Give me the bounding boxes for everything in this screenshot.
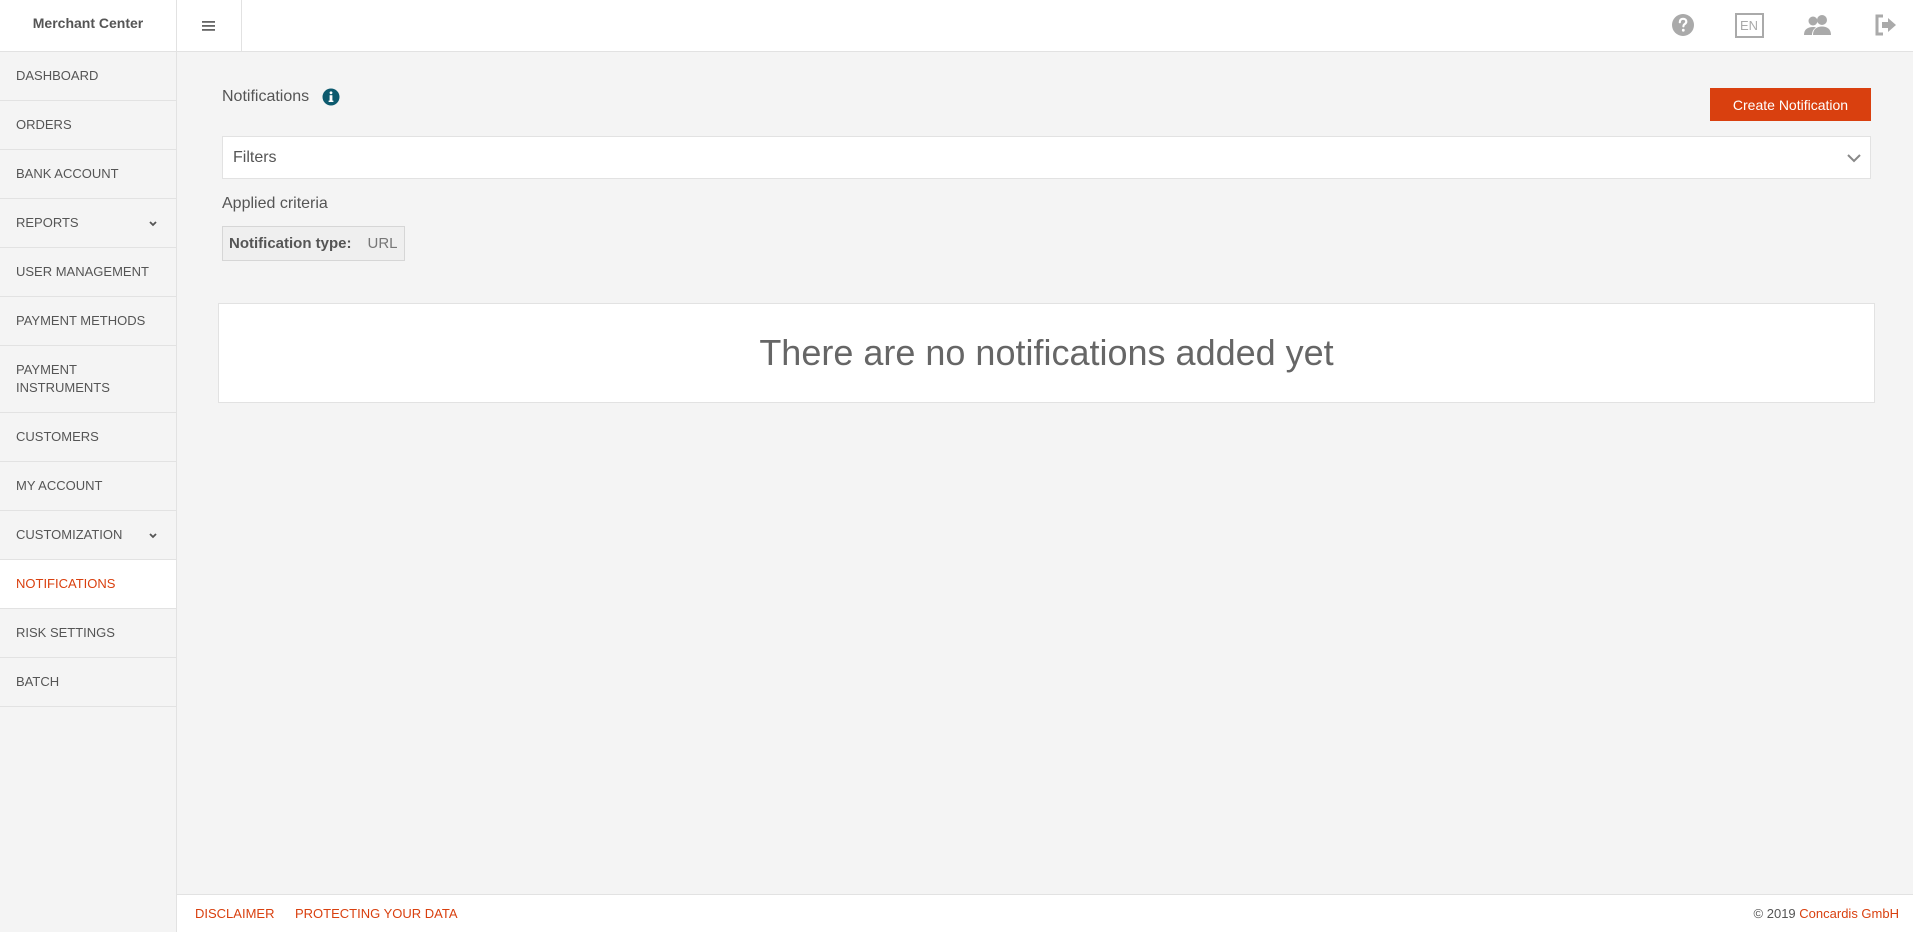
sidebar-item-customization[interactable]: CUSTOMIZATION xyxy=(0,511,176,560)
users-button[interactable] xyxy=(1803,10,1833,40)
top-bar: EN xyxy=(177,0,1913,52)
users-icon xyxy=(1804,15,1831,35)
info-icon[interactable] xyxy=(322,88,340,106)
company-link[interactable]: Concardis GmbH xyxy=(1799,906,1899,921)
sidebar-item-label: USER MANAGEMENT xyxy=(16,264,149,279)
menu-toggle-button[interactable] xyxy=(177,0,242,51)
sidebar-item-label: REPORTS xyxy=(16,215,79,230)
criteria-tag: Notification type: URL xyxy=(222,226,405,261)
sidebar-item-payment-methods[interactable]: PAYMENT METHODS xyxy=(0,297,176,346)
sidebar: Merchant Center DASHBOARD ORDERS BANK AC… xyxy=(0,0,177,932)
sidebar-item-orders[interactable]: ORDERS xyxy=(0,101,176,150)
filters-panel[interactable]: Filters xyxy=(222,136,1871,179)
sidebar-item-label: CUSTOMIZATION xyxy=(16,527,123,542)
protecting-your-data-link[interactable]: PROTECTING YOUR DATA xyxy=(295,906,458,921)
filters-label: Filters xyxy=(233,148,277,166)
chevron-down-icon xyxy=(1847,154,1861,163)
sidebar-item-notifications[interactable]: NOTIFICATIONS xyxy=(0,560,176,609)
sidebar-item-label: RISK SETTINGS xyxy=(16,625,115,640)
logout-button[interactable] xyxy=(1871,10,1901,40)
sidebar-item-customers[interactable]: CUSTOMERS xyxy=(0,413,176,462)
sidebar-item-batch[interactable]: BATCH xyxy=(0,658,176,707)
copyright: © 2019 Concardis GmbH xyxy=(1754,906,1899,921)
sidebar-item-label: DASHBOARD xyxy=(16,68,99,83)
sidebar-item-reports[interactable]: REPORTS xyxy=(0,199,176,248)
sidebar-item-label: NOTIFICATIONS xyxy=(16,576,116,591)
chevron-down-icon xyxy=(149,533,157,539)
sidebar-item-dashboard[interactable]: DASHBOARD xyxy=(0,52,176,101)
sidebar-item-my-account[interactable]: MY ACCOUNT xyxy=(0,462,176,511)
criteria-key: Notification type: xyxy=(229,235,352,252)
create-notification-button[interactable]: Create Notification xyxy=(1710,88,1871,121)
chevron-down-icon xyxy=(149,221,157,227)
page-title: Notifications xyxy=(222,88,340,106)
help-icon xyxy=(1672,14,1694,36)
criteria-value: URL xyxy=(367,235,398,252)
sidebar-item-label: PAYMENT INSTRUMENTS xyxy=(16,362,110,395)
disclaimer-link[interactable]: DISCLAIMER xyxy=(195,906,274,921)
copyright-text: © 2019 xyxy=(1753,906,1796,921)
applied-criteria-label: Applied criteria xyxy=(222,195,328,212)
sidebar-item-risk-settings[interactable]: RISK SETTINGS xyxy=(0,609,176,658)
sidebar-item-label: CUSTOMERS xyxy=(16,429,99,444)
sidebar-item-label: MY ACCOUNT xyxy=(16,478,103,493)
language-selector[interactable]: EN xyxy=(1734,10,1764,40)
help-button[interactable] xyxy=(1668,10,1698,40)
hamburger-icon xyxy=(202,20,215,31)
sidebar-item-bank-account[interactable]: BANK ACCOUNT xyxy=(0,150,176,199)
empty-state-message: There are no notifications added yet xyxy=(759,332,1334,373)
sidebar-item-user-management[interactable]: USER MANAGEMENT xyxy=(0,248,176,297)
empty-state-panel: There are no notifications added yet xyxy=(218,303,1875,403)
brand-title: Merchant Center xyxy=(0,0,176,52)
sidebar-item-label: BATCH xyxy=(16,674,60,689)
footer: DISCLAIMER PROTECTING YOUR DATA © 2019 C… xyxy=(177,894,1913,932)
sidebar-item-label: ORDERS xyxy=(16,117,72,132)
main-content: Notifications Create Notification Filter… xyxy=(177,52,1913,894)
page-title-text: Notifications xyxy=(222,88,310,105)
language-label: EN xyxy=(1734,12,1764,38)
logout-icon xyxy=(1875,14,1896,36)
sidebar-item-payment-instruments[interactable]: PAYMENT INSTRUMENTS xyxy=(0,346,176,413)
sidebar-item-label: BANK ACCOUNT xyxy=(16,166,119,181)
sidebar-item-label: PAYMENT METHODS xyxy=(16,313,146,328)
